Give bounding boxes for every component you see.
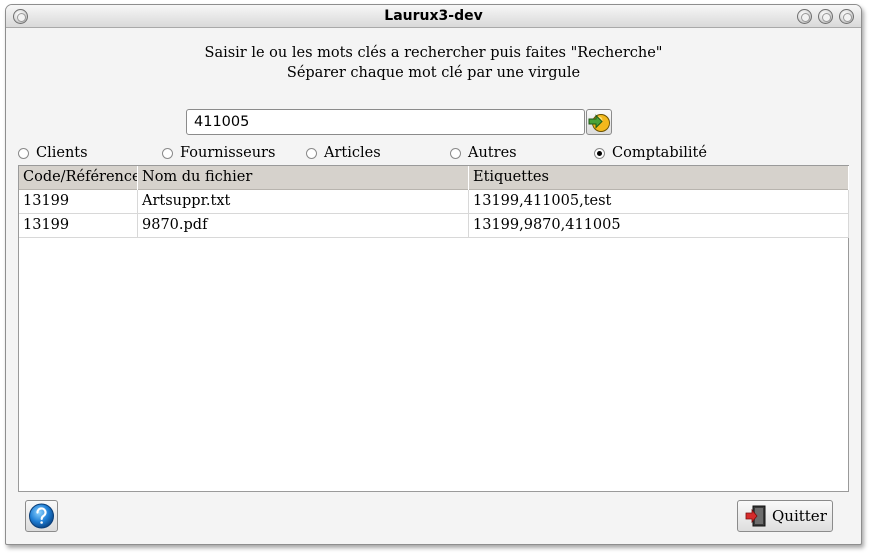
- instruction-line-2: Séparer chaque mot clé par une virgule: [286, 65, 581, 81]
- quit-button-label: Quitter: [772, 507, 827, 525]
- column-header-filename[interactable]: Nom du fichier: [138, 166, 469, 190]
- radio-label: Clients: [36, 145, 88, 161]
- radio-button[interactable]: [450, 147, 461, 159]
- search-button[interactable]: [586, 109, 612, 135]
- cell-tags: 13199,411005,test: [469, 190, 849, 214]
- cell-code: 13199: [19, 214, 138, 238]
- instruction-line-1: Saisir le ou les mots clés a rechercher …: [204, 45, 663, 61]
- radio-fournisseurs[interactable]: Fournisseurs: [162, 143, 275, 163]
- radio-button-selected[interactable]: [594, 147, 605, 159]
- radio-label: Articles: [324, 145, 381, 161]
- radio-clients[interactable]: Clients: [18, 143, 88, 163]
- column-header-tags[interactable]: Etiquettes: [469, 166, 849, 190]
- radio-button[interactable]: [306, 147, 317, 159]
- app-window: Laurux3-dev Saisir le ou les mots clés a…: [5, 4, 862, 545]
- radio-comptabilite[interactable]: Comptabilité: [594, 143, 707, 163]
- cell-filename: Artsuppr.txt: [138, 190, 469, 214]
- exit-door-icon: [745, 505, 766, 527]
- radio-autres[interactable]: Autres: [450, 143, 517, 163]
- category-radio-group: Clients Fournisseurs Articles Autres Com…: [6, 143, 861, 163]
- cell-tags: 13199,9870,411005: [469, 214, 849, 238]
- table-row[interactable]: 13199 Artsuppr.txt 13199,411005,test: [19, 190, 849, 214]
- minimize-button[interactable]: [797, 9, 812, 24]
- cell-filename: 9870.pdf: [138, 214, 469, 238]
- radio-button[interactable]: [162, 147, 173, 159]
- help-icon: [29, 503, 54, 529]
- radio-label: Comptabilité: [612, 145, 707, 161]
- radio-label: Autres: [468, 145, 517, 161]
- results-table[interactable]: Code/Référence Nom du fichier Etiquettes…: [18, 165, 849, 492]
- window-title: Laurux3-dev: [384, 8, 483, 24]
- radio-button[interactable]: [18, 147, 29, 159]
- table-header: Code/Référence Nom du fichier Etiquettes: [19, 166, 849, 190]
- cell-code: 13199: [19, 190, 138, 214]
- quit-button[interactable]: Quitter: [737, 500, 833, 532]
- keyword-search-input[interactable]: [186, 109, 585, 135]
- title-bar[interactable]: Laurux3-dev: [6, 5, 861, 28]
- maximize-button[interactable]: [818, 9, 833, 24]
- help-button[interactable]: [25, 500, 58, 532]
- close-button[interactable]: [839, 9, 854, 24]
- table-row[interactable]: 13199 9870.pdf 13199,9870,411005: [19, 214, 849, 238]
- go-arrow-icon: [588, 114, 610, 132]
- radio-label: Fournisseurs: [180, 145, 276, 161]
- radio-articles[interactable]: Articles: [306, 143, 381, 163]
- column-header-code[interactable]: Code/Référence: [19, 166, 138, 190]
